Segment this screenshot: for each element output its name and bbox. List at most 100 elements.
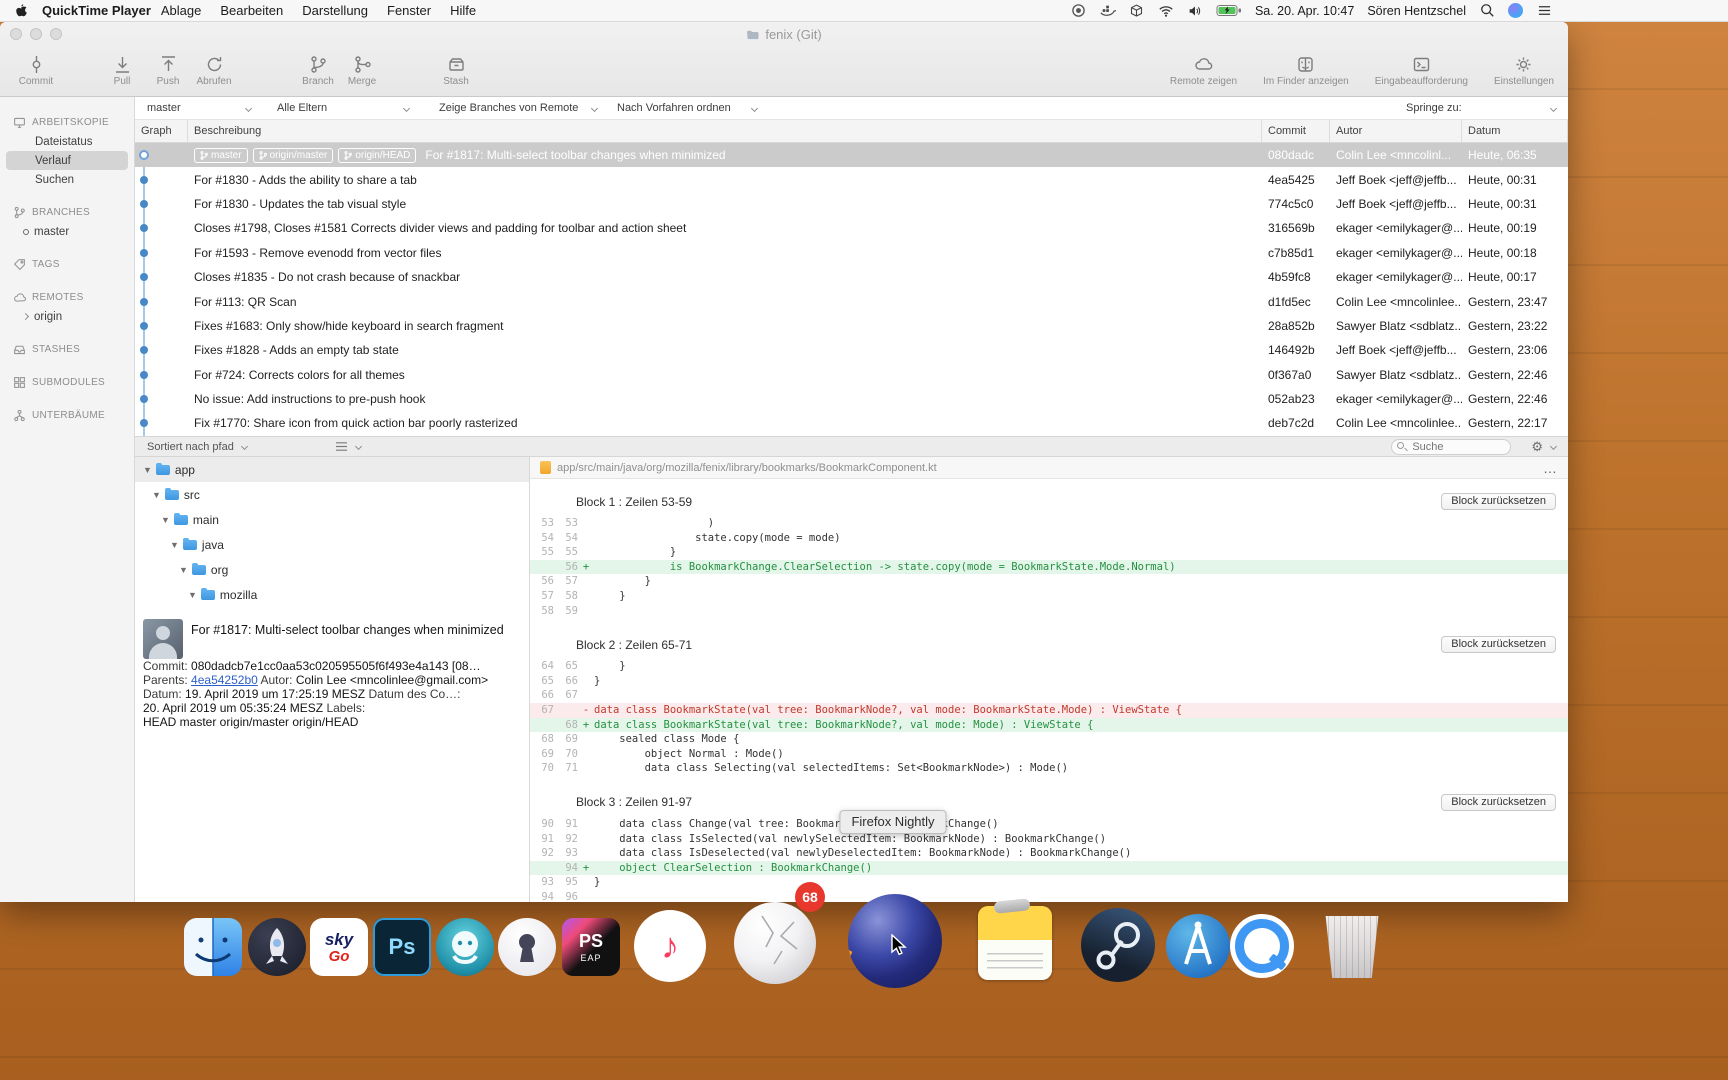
finder-icon[interactable]	[184, 918, 242, 976]
trash-icon[interactable]	[1322, 916, 1382, 978]
disclosure-triangle-icon[interactable]: ▼	[161, 515, 170, 525]
photoshop-icon[interactable]: Ps	[373, 918, 431, 976]
column-header-commit[interactable]: Commit	[1262, 120, 1330, 142]
commit-row[interactable]: Closes #1835 - Do not crash because of s…	[135, 265, 1568, 289]
volume-icon[interactable]	[1187, 3, 1203, 19]
push-button[interactable]: Push	[146, 55, 190, 87]
jump-to-dropdown[interactable]: Springe zu:	[1406, 102, 1556, 114]
minimize-window-button[interactable]	[30, 28, 42, 40]
terminal-button[interactable]: Eingabeaufforderung	[1375, 55, 1468, 87]
search-input[interactable]	[1391, 439, 1511, 455]
column-header-graph[interactable]: Graph	[135, 120, 188, 142]
fetch-button[interactable]: Abrufen	[192, 55, 236, 87]
sky-go-icon[interactable]: sky Go	[310, 918, 368, 976]
disclosure-triangle-icon[interactable]: ▼	[188, 590, 197, 600]
steam-icon[interactable]	[1081, 908, 1155, 982]
commit-row[interactable]: For #113: QR Scan d1fd5ec Colin Lee <mnc…	[135, 289, 1568, 313]
view-options-dropdown[interactable]	[335, 441, 361, 452]
reset-block-button[interactable]: Block zurücksetzen	[1441, 794, 1556, 811]
tree-item-folder[interactable]: ▼ main	[135, 507, 529, 532]
new-line-number: 58	[554, 589, 578, 604]
phpstorm-eap-icon[interactable]: PS EAP	[562, 918, 620, 976]
push-icon	[159, 55, 178, 74]
commit-row-selected[interactable]: master origin/master origin/HEAD For #18…	[135, 143, 1568, 167]
show-remote-button[interactable]: Remote zeigen	[1170, 55, 1237, 87]
menubar-item[interactable]: Fenster	[387, 3, 431, 18]
sidebar-item-filestatus[interactable]: Dateistatus	[0, 132, 134, 151]
disclosure-triangle-icon[interactable]: ▼	[143, 465, 152, 475]
cracked-ball-app-icon[interactable]	[734, 902, 816, 984]
spotlight-search-icon[interactable]	[1479, 3, 1495, 19]
branch-tag[interactable]: master	[194, 148, 248, 163]
disclosure-triangle-icon[interactable]: ▼	[152, 490, 161, 500]
wifi-icon[interactable]	[1158, 3, 1174, 19]
column-header-description[interactable]: Beschreibung	[188, 120, 1262, 142]
commit-row[interactable]: For #1593 - Remove evenodd from vector f…	[135, 241, 1568, 265]
parents-filter-dropdown[interactable]: Alle Eltern	[277, 102, 409, 114]
order-dropdown[interactable]: Nach Vorfahren ordnen	[617, 102, 757, 114]
menubar-item[interactable]: Darstellung	[302, 3, 368, 18]
commit-row[interactable]: Fix #1770: Share icon from quick action …	[135, 411, 1568, 435]
menubar-user-name[interactable]: Sören Hentzschel	[1367, 4, 1466, 18]
branch-tag[interactable]: origin/master	[253, 148, 334, 163]
tree-item-folder[interactable]: ▼ java	[135, 532, 529, 557]
code-text: object ClearSelection : BookmarkChange()	[594, 861, 1568, 876]
show-in-finder-button[interactable]: Im Finder anzeigen	[1263, 55, 1349, 87]
menubar-clock[interactable]: Sa. 20. Apr. 10:47	[1255, 4, 1354, 18]
branch-tag[interactable]: origin/HEAD	[338, 148, 416, 163]
sort-by-path-dropdown[interactable]: Sortiert nach pfad	[147, 441, 247, 453]
disclosure-icon[interactable]	[22, 313, 29, 320]
sidebar-item-origin[interactable]: origin	[0, 307, 134, 326]
sidebar-item-history[interactable]: Verlauf	[6, 151, 128, 170]
commit-row[interactable]: Fixes #1828 - Adds an empty tab state 14…	[135, 338, 1568, 362]
remote-branches-dropdown[interactable]: Zeige Branches von Remote	[439, 102, 597, 114]
rocket-app-icon[interactable]	[248, 918, 306, 976]
merge-button[interactable]: Merge	[340, 55, 384, 87]
menubar-item[interactable]: Ablage	[161, 3, 201, 18]
quicktime-icon[interactable]	[1230, 914, 1294, 978]
commit-row[interactable]: For #1830 - Updates the tab visual style…	[135, 192, 1568, 216]
tree-item-folder[interactable]: ▼ org	[135, 557, 529, 582]
menubar-item[interactable]: Bearbeiten	[220, 3, 283, 18]
docker-icon[interactable]	[1100, 3, 1116, 19]
commit-button[interactable]: Commit	[14, 55, 58, 87]
column-header-date[interactable]: Datum	[1462, 120, 1568, 142]
commit-row[interactable]: Closes #1798, Closes #1581 Corrects divi…	[135, 216, 1568, 240]
branch-filter-dropdown[interactable]: master	[147, 102, 251, 114]
stash-button[interactable]: Stash	[434, 55, 478, 87]
siri-icon[interactable]	[1508, 3, 1523, 18]
tree-item-folder[interactable]: ▼ src	[135, 482, 529, 507]
tree-item-folder[interactable]: ▼ app	[135, 457, 529, 482]
disclosure-triangle-icon[interactable]: ▼	[170, 540, 179, 550]
diff-settings-dropdown[interactable]: ⚙	[1531, 439, 1556, 455]
screen-recording-icon[interactable]	[1071, 3, 1087, 19]
more-options-button[interactable]: …	[1543, 460, 1558, 476]
tree-item-folder[interactable]: ▼ mozilla	[135, 582, 529, 607]
notes-app-icon[interactable]	[978, 906, 1052, 980]
sidebar-item-master[interactable]: master	[0, 222, 134, 241]
menubar-item[interactable]: Hilfe	[450, 3, 476, 18]
box-icon[interactable]	[1129, 3, 1145, 19]
commit-row[interactable]: For #1830 - Adds the ability to share a …	[135, 167, 1568, 191]
reset-block-button[interactable]: Block zurücksetzen	[1441, 493, 1556, 510]
notification-center-icon[interactable]	[1536, 3, 1552, 19]
compass-app-icon[interactable]	[1166, 914, 1230, 978]
settings-button[interactable]: Einstellungen	[1494, 55, 1554, 87]
commit-row[interactable]: For #724: Corrects colors for all themes…	[135, 363, 1568, 387]
apple-music-icon[interactable]: ♪	[634, 910, 706, 982]
battery-icon[interactable]	[1216, 3, 1242, 19]
disclosure-triangle-icon[interactable]: ▼	[179, 565, 188, 575]
branch-button[interactable]: Branch	[296, 55, 340, 87]
kraken-app-icon[interactable]	[436, 918, 494, 976]
commit-row[interactable]: Fixes #1683: Only show/hide keyboard in …	[135, 314, 1568, 338]
zoom-window-button[interactable]	[50, 28, 62, 40]
menubar-app-name[interactable]: QuickTime Player	[42, 3, 151, 18]
reset-block-button[interactable]: Block zurücksetzen	[1441, 636, 1556, 653]
keyhole-app-icon[interactable]	[498, 918, 556, 976]
close-window-button[interactable]	[10, 28, 22, 40]
column-header-author[interactable]: Autor	[1330, 120, 1462, 142]
apple-menu[interactable]	[12, 3, 28, 19]
pull-button[interactable]: Pull	[100, 55, 144, 87]
commit-row[interactable]: No issue: Add instructions to pre-push h…	[135, 387, 1568, 411]
sidebar-item-search[interactable]: Suchen	[0, 170, 134, 189]
